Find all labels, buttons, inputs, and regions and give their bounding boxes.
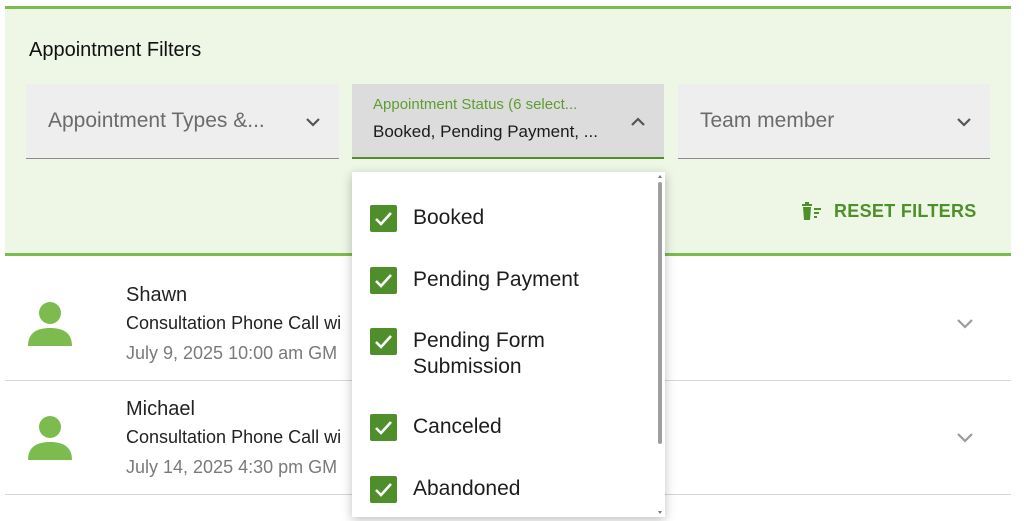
appointment-types-select[interactable]: Appointment Types &... xyxy=(26,84,339,159)
dropdown-scrollbar[interactable] xyxy=(655,172,665,517)
appointment-status-value: Booked, Pending Payment, ... xyxy=(373,122,598,141)
appointment-status-dropdown[interactable]: Booked Pending Payment Pending Form Subm… xyxy=(352,172,665,517)
person-icon xyxy=(28,302,72,346)
appointment-service: Consultation Phone Call wi xyxy=(126,427,342,447)
status-option-pending-payment[interactable]: Pending Payment xyxy=(370,267,613,294)
scroll-up-arrow[interactable] xyxy=(658,175,662,178)
appointment-status-select[interactable]: Appointment Status (6 select... Booked, … xyxy=(352,84,664,159)
appointment-types-placeholder: Appointment Types &... xyxy=(48,109,265,132)
reset-filters-button[interactable]: RESET FILTERS xyxy=(800,201,977,222)
appointment-client-name: Michael xyxy=(126,398,195,420)
appointment-client-name: Shawn xyxy=(126,284,188,306)
checkmark-icon xyxy=(375,335,392,349)
checkmark-icon xyxy=(375,483,392,497)
status-option-label: Abandoned xyxy=(413,477,521,500)
checkbox-checked[interactable] xyxy=(370,205,397,232)
trash-filter-icon xyxy=(802,201,821,220)
chevron-down-icon xyxy=(306,118,320,127)
filters-title: Appointment Filters xyxy=(29,39,202,61)
status-option-label: Pending Payment xyxy=(413,268,579,291)
checkmark-icon xyxy=(375,421,392,435)
status-option-pending-form-submission[interactable]: Pending Form Submission xyxy=(370,328,613,380)
scroll-down-arrow[interactable] xyxy=(658,511,662,514)
status-option-label: Pending Form Submission xyxy=(413,329,545,378)
team-member-placeholder: Team member xyxy=(700,109,835,132)
checkbox-checked[interactable] xyxy=(370,476,397,503)
status-option-booked[interactable]: Booked xyxy=(370,205,613,232)
status-option-canceled[interactable]: Canceled xyxy=(370,414,613,441)
checkbox-checked[interactable] xyxy=(370,267,397,294)
chevron-down-icon[interactable] xyxy=(953,314,977,334)
team-member-select[interactable]: Team member xyxy=(678,84,990,159)
checkmark-icon xyxy=(375,212,392,226)
chevron-up-icon xyxy=(631,117,645,126)
reset-filters-label: RESET FILTERS xyxy=(834,201,977,221)
status-option-label: Canceled xyxy=(413,415,502,438)
appointment-time: July 14, 2025 4:30 pm GM xyxy=(126,457,338,477)
checkbox-checked[interactable] xyxy=(370,328,397,355)
person-icon xyxy=(28,416,72,460)
checkmark-icon xyxy=(375,274,392,288)
checkbox-checked[interactable] xyxy=(370,414,397,441)
appointment-status-label: Appointment Status (6 select... xyxy=(373,96,578,113)
appointment-service: Consultation Phone Call wi xyxy=(126,313,342,333)
scrollbar-thumb[interactable] xyxy=(658,182,662,444)
status-option-abandoned[interactable]: Abandoned xyxy=(370,476,613,503)
chevron-down-icon xyxy=(957,118,971,127)
appointment-time: July 9, 2025 10:00 am GM xyxy=(126,343,338,363)
status-option-label: Booked xyxy=(413,206,485,229)
chevron-down-icon[interactable] xyxy=(953,428,977,448)
